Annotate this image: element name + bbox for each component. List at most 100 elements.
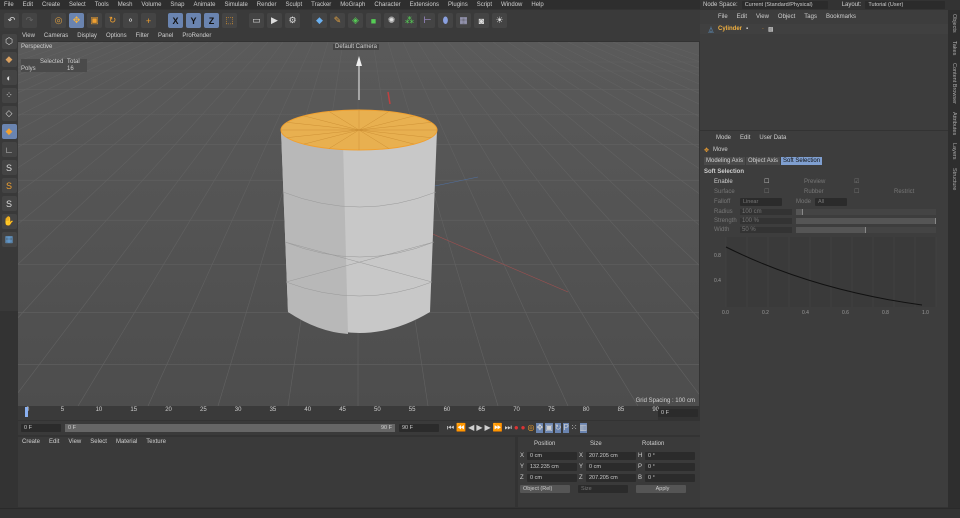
- polygons-mode-icon[interactable]: ◆: [1, 124, 17, 139]
- attribute-menu-mode[interactable]: Mode: [716, 135, 731, 141]
- key-parameter-icon[interactable]: P: [563, 423, 569, 433]
- scale-tool-button[interactable]: ▣: [87, 13, 102, 28]
- menu-plugins[interactable]: Plugins: [448, 2, 468, 8]
- material-menu-create[interactable]: Create: [22, 439, 40, 445]
- viewport-menu-prorender[interactable]: ProRender: [182, 33, 211, 39]
- right-tab-layers[interactable]: Layers: [951, 139, 957, 164]
- move-tool-button[interactable]: ✥: [69, 13, 84, 28]
- position-z-field[interactable]: 0 cm: [527, 474, 577, 482]
- select-tool-button[interactable]: ◎: [51, 13, 66, 28]
- y-axis-arrow-icon[interactable]: [356, 56, 362, 66]
- end-frame-field[interactable]: 90 F: [399, 424, 439, 432]
- rotation-z-field[interactable]: 0 °: [645, 474, 695, 482]
- tab-modeling-axis[interactable]: Modeling Axis: [704, 157, 746, 165]
- timeline-ruler[interactable]: 051015202530354045505560657075808590: [18, 406, 659, 420]
- object-menu-edit[interactable]: Edit: [737, 14, 747, 20]
- menu-mesh[interactable]: Mesh: [118, 2, 133, 8]
- texture-tag-icon[interactable]: ▩: [768, 26, 774, 33]
- material-menu-material[interactable]: Material: [116, 439, 137, 445]
- prev-frame-icon[interactable]: ◀: [468, 423, 474, 433]
- key-rotation-icon[interactable]: ↻: [554, 423, 562, 433]
- axis-mode-icon[interactable]: ∟: [1, 142, 17, 157]
- radius-slider[interactable]: [796, 209, 936, 215]
- object-menu-file[interactable]: File: [718, 14, 728, 20]
- right-tab-takes[interactable]: Takes: [951, 37, 957, 59]
- key-position-icon[interactable]: ✥: [536, 423, 544, 433]
- strength-slider[interactable]: [796, 218, 936, 224]
- goto-end-icon[interactable]: ⏭: [505, 423, 512, 433]
- menu-create[interactable]: Create: [42, 2, 60, 8]
- viewport-menu-panel[interactable]: Panel: [158, 33, 173, 39]
- material-menu-edit[interactable]: Edit: [49, 439, 59, 445]
- model-mode-icon[interactable]: ◆: [1, 52, 17, 67]
- falloff-graph[interactable]: 0.8 0.4 0.0 0.2 0.4 0.6 0.8 1.0: [712, 235, 942, 315]
- falloff-select[interactable]: Linear: [740, 198, 782, 206]
- snap-settings-icon[interactable]: S: [1, 178, 17, 193]
- visibility-icon[interactable]: ▪: [746, 26, 748, 32]
- object-menu-view[interactable]: View: [756, 14, 769, 20]
- key-scale-icon[interactable]: ▣: [545, 423, 553, 433]
- viewport-menu-filter[interactable]: Filter: [136, 33, 149, 39]
- goto-start-icon[interactable]: ⏮: [447, 423, 454, 433]
- timeline-window-icon[interactable]: ▥: [579, 423, 588, 433]
- attribute-menu-user-data[interactable]: User Data: [759, 135, 786, 141]
- phong-tag-icon[interactable]: ∙: [762, 26, 764, 32]
- object-menu-bookmarks[interactable]: Bookmarks: [826, 14, 856, 20]
- frame-range-slider[interactable]: 0 F 90 F: [65, 424, 395, 432]
- menu-render[interactable]: Render: [257, 2, 277, 8]
- object-name[interactable]: Cylinder: [718, 26, 742, 32]
- apply-button[interactable]: Apply: [636, 485, 686, 493]
- next-frame-icon[interactable]: ▶: [484, 423, 490, 433]
- menu-tracker[interactable]: Tracker: [311, 2, 331, 8]
- enable-checkbox[interactable]: ☐: [764, 178, 804, 185]
- render-view-button[interactable]: ▭: [249, 13, 264, 28]
- render-settings-button[interactable]: ⚙: [285, 13, 300, 28]
- material-menu-view[interactable]: View: [68, 439, 81, 445]
- rotation-x-field[interactable]: 0 °: [645, 452, 695, 460]
- position-y-field[interactable]: 132.235 cm: [527, 463, 577, 471]
- right-tab-structure[interactable]: Structure: [951, 164, 957, 194]
- keyframe-selection-icon[interactable]: ◎: [528, 423, 535, 433]
- camera-icon[interactable]: ◙: [474, 13, 489, 28]
- menu-tools[interactable]: Tools: [95, 2, 109, 8]
- width-field[interactable]: 50 %: [740, 227, 792, 233]
- prev-key-icon[interactable]: ⏪: [456, 423, 466, 433]
- strength-field[interactable]: 100 %: [740, 218, 792, 224]
- width-slider[interactable]: [796, 227, 936, 233]
- viewport-menu-view[interactable]: View: [22, 33, 35, 39]
- cloner-icon[interactable]: ⁂: [402, 13, 417, 28]
- key-pla-icon[interactable]: ⁙: [571, 423, 578, 433]
- tab-object-axis[interactable]: Object Axis: [746, 157, 781, 165]
- size-y-field[interactable]: 0 cm: [586, 463, 636, 471]
- object-menu-object[interactable]: Object: [778, 14, 795, 20]
- size-mode-select[interactable]: Size: [578, 485, 628, 493]
- viewport-menu-cameras[interactable]: Cameras: [44, 33, 68, 39]
- snap-mode-icon[interactable]: S: [1, 196, 17, 211]
- subdivision-icon[interactable]: ◈: [348, 13, 363, 28]
- points-mode-icon[interactable]: ⁘: [1, 88, 17, 103]
- camera-name[interactable]: Default Camera: [333, 44, 380, 50]
- y-axis-button[interactable]: Y: [186, 13, 201, 28]
- menu-simulate[interactable]: Simulate: [224, 2, 247, 8]
- z-axis-button[interactable]: Z: [204, 13, 219, 28]
- surface-checkbox[interactable]: ☐: [764, 188, 804, 195]
- playhead[interactable]: [25, 407, 28, 417]
- workplane-icon[interactable]: ✋: [1, 214, 17, 229]
- right-tab-attributes[interactable]: Attributes: [951, 108, 957, 139]
- rotate-tool-button[interactable]: ↻: [105, 13, 120, 28]
- viewport-menu-options[interactable]: Options: [106, 33, 127, 39]
- object-menu-tags[interactable]: Tags: [804, 14, 817, 20]
- attribute-menu-edit[interactable]: Edit: [740, 135, 750, 141]
- field-icon[interactable]: ⬮: [438, 13, 453, 28]
- menu-script[interactable]: Script: [477, 2, 492, 8]
- menu-help[interactable]: Help: [531, 2, 543, 8]
- current-frame-field[interactable]: 0 F: [658, 409, 698, 417]
- right-tab-objects[interactable]: Objects: [951, 10, 957, 37]
- mode-select[interactable]: All: [815, 198, 848, 206]
- menu-select[interactable]: Select: [69, 2, 86, 8]
- right-tab-content-browser[interactable]: Content Browser: [951, 59, 957, 108]
- rubber-checkbox[interactable]: ☐: [854, 188, 894, 195]
- cylinder-object[interactable]: [280, 109, 438, 334]
- material-menu-select[interactable]: Select: [90, 439, 107, 445]
- edges-mode-icon[interactable]: ◇: [1, 106, 17, 121]
